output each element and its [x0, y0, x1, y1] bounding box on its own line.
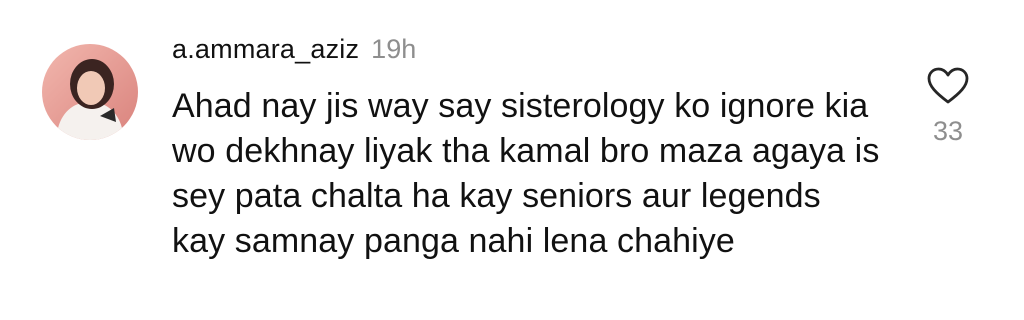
- comment-text: Ahad nay jis way say sisterology ko igno…: [172, 87, 880, 260]
- avatar[interactable]: [42, 44, 138, 140]
- like-count: 33: [932, 116, 964, 146]
- comment-timestamp: 19h: [371, 34, 417, 64]
- like-area: 33: [916, 66, 980, 147]
- comment-header: a.ammara_aziz 19h: [172, 34, 416, 74]
- comment-item: a.ammara_aziz 19h Ahad nay jis way say s…: [0, 0, 1024, 320]
- next-comment-cutoff: [172, 312, 472, 320]
- heart-outline-icon[interactable]: [926, 66, 970, 106]
- username-link[interactable]: a.ammara_aziz: [172, 34, 359, 65]
- avatar-photo: [42, 44, 138, 140]
